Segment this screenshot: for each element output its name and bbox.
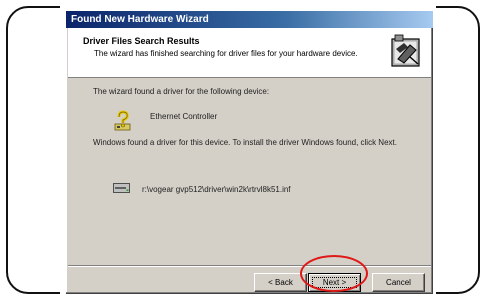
driver-path: r:\vogear gvp512\driver\win2k\rtrvl8k51.… (142, 185, 291, 194)
wizard-dialog: Found New Hardware Wizard Driver Files S… (66, 11, 433, 294)
footer-divider (68, 265, 431, 267)
wizard-header: Driver Files Search Results The wizard h… (68, 28, 431, 78)
install-text: Windows found a driver for this device. … (93, 138, 397, 147)
hardware-wizard-icon (391, 34, 420, 67)
header-subtitle: The wizard has finished searching for dr… (94, 49, 358, 58)
drive-icon (113, 183, 130, 193)
window-title: Found New Hardware Wizard (71, 14, 209, 25)
back-button-label: < Back (268, 278, 293, 287)
cancel-button[interactable]: Cancel (372, 273, 425, 292)
device-name: Ethernet Controller (150, 112, 218, 121)
cancel-button-label: Cancel (386, 278, 411, 287)
header-title: Driver Files Search Results (83, 36, 200, 46)
unknown-device-icon (114, 110, 131, 131)
next-button-highlight-circle (300, 255, 368, 292)
found-text: The wizard found a driver for the follow… (93, 87, 270, 96)
back-button[interactable]: < Back (254, 273, 307, 292)
window-title-bar: Found New Hardware Wizard (66, 11, 433, 28)
